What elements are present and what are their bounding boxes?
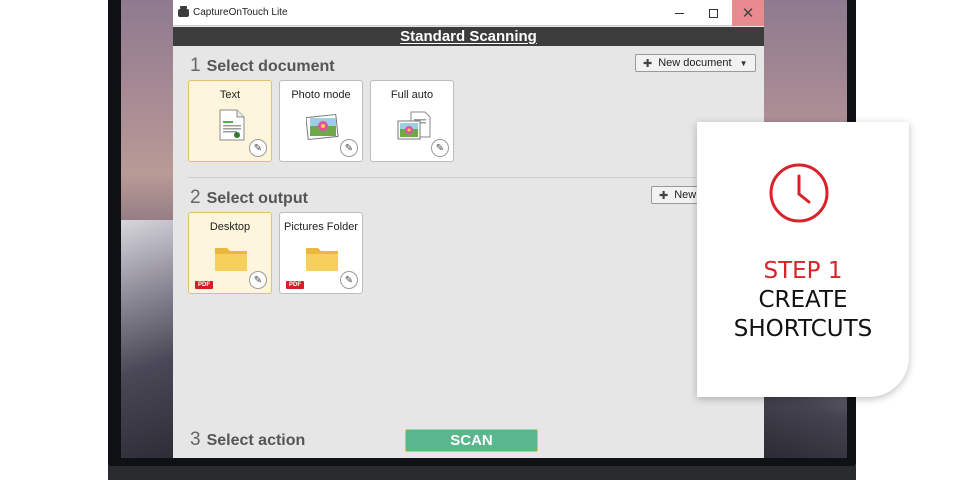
plus-icon: ✚: [643, 57, 653, 70]
edit-pencil-icon[interactable]: ✎: [431, 139, 449, 157]
window-title: CaptureOnTouch Lite: [193, 7, 288, 18]
clock-icon: [769, 163, 829, 223]
document-tile-photo-mode[interactable]: Photo mode ✎: [279, 80, 363, 162]
folder-icon: [306, 248, 338, 271]
section-select-output-title: 2 Select output: [190, 187, 308, 208]
section-select-action-title: 3 Select action: [190, 429, 306, 450]
section-divider: [188, 177, 764, 178]
pdf-badge: PDF: [195, 281, 213, 289]
document-tile-full-auto[interactable]: Full auto ✎: [370, 80, 454, 162]
new-document-button[interactable]: ✚ New document ▼: [635, 54, 756, 72]
maximize-button[interactable]: [698, 0, 728, 26]
page-title: Standard Scanning: [400, 28, 537, 45]
video-frame: CaptureOnTouch Lite ✕ Standard Scanning …: [0, 0, 960, 480]
title-bar[interactable]: CaptureOnTouch Lite ✕: [173, 0, 764, 26]
scan-button[interactable]: SCAN: [405, 429, 538, 452]
step-caption-line-1: CREATE: [758, 287, 848, 313]
step-overlay-card: STEP 1 CREATE SHORTCUTS: [697, 122, 909, 397]
app-window: CaptureOnTouch Lite ✕ Standard Scanning …: [173, 0, 764, 458]
wallpaper-mountain-left: [121, 220, 181, 458]
auto-document-icon: [397, 111, 431, 140]
close-icon: ✕: [741, 5, 755, 22]
dropdown-arrow-icon: ▼: [739, 58, 748, 68]
text-document-icon: [219, 109, 245, 141]
folder-icon: [215, 248, 247, 271]
pdf-badge: PDF: [286, 281, 304, 289]
step-caption-line-2: SHORTCUTS: [733, 316, 873, 342]
header-band: Standard Scanning: [173, 27, 764, 46]
minimize-icon: [674, 12, 684, 14]
section-select-document-title: 1 Select document: [190, 55, 335, 76]
maximize-icon: [708, 8, 718, 18]
output-tile-pictures-folder[interactable]: Pictures Folder PDF ✎: [279, 212, 363, 294]
step-number: STEP 1: [763, 258, 843, 284]
output-tile-desktop[interactable]: Desktop PDF ✎: [188, 212, 272, 294]
plus-icon: ✚: [659, 189, 669, 202]
edit-pencil-icon[interactable]: ✎: [249, 139, 267, 157]
edit-pencil-icon[interactable]: ✎: [340, 139, 358, 157]
scanner-app-icon: [178, 6, 189, 17]
document-tile-text[interactable]: Text ✎: [188, 80, 272, 162]
photo-icon: [306, 113, 339, 141]
edit-pencil-icon[interactable]: ✎: [340, 271, 358, 289]
close-button[interactable]: ✕: [732, 0, 764, 26]
minimize-button[interactable]: [664, 0, 694, 26]
edit-pencil-icon[interactable]: ✎: [249, 271, 267, 289]
laptop-base: [108, 466, 856, 480]
